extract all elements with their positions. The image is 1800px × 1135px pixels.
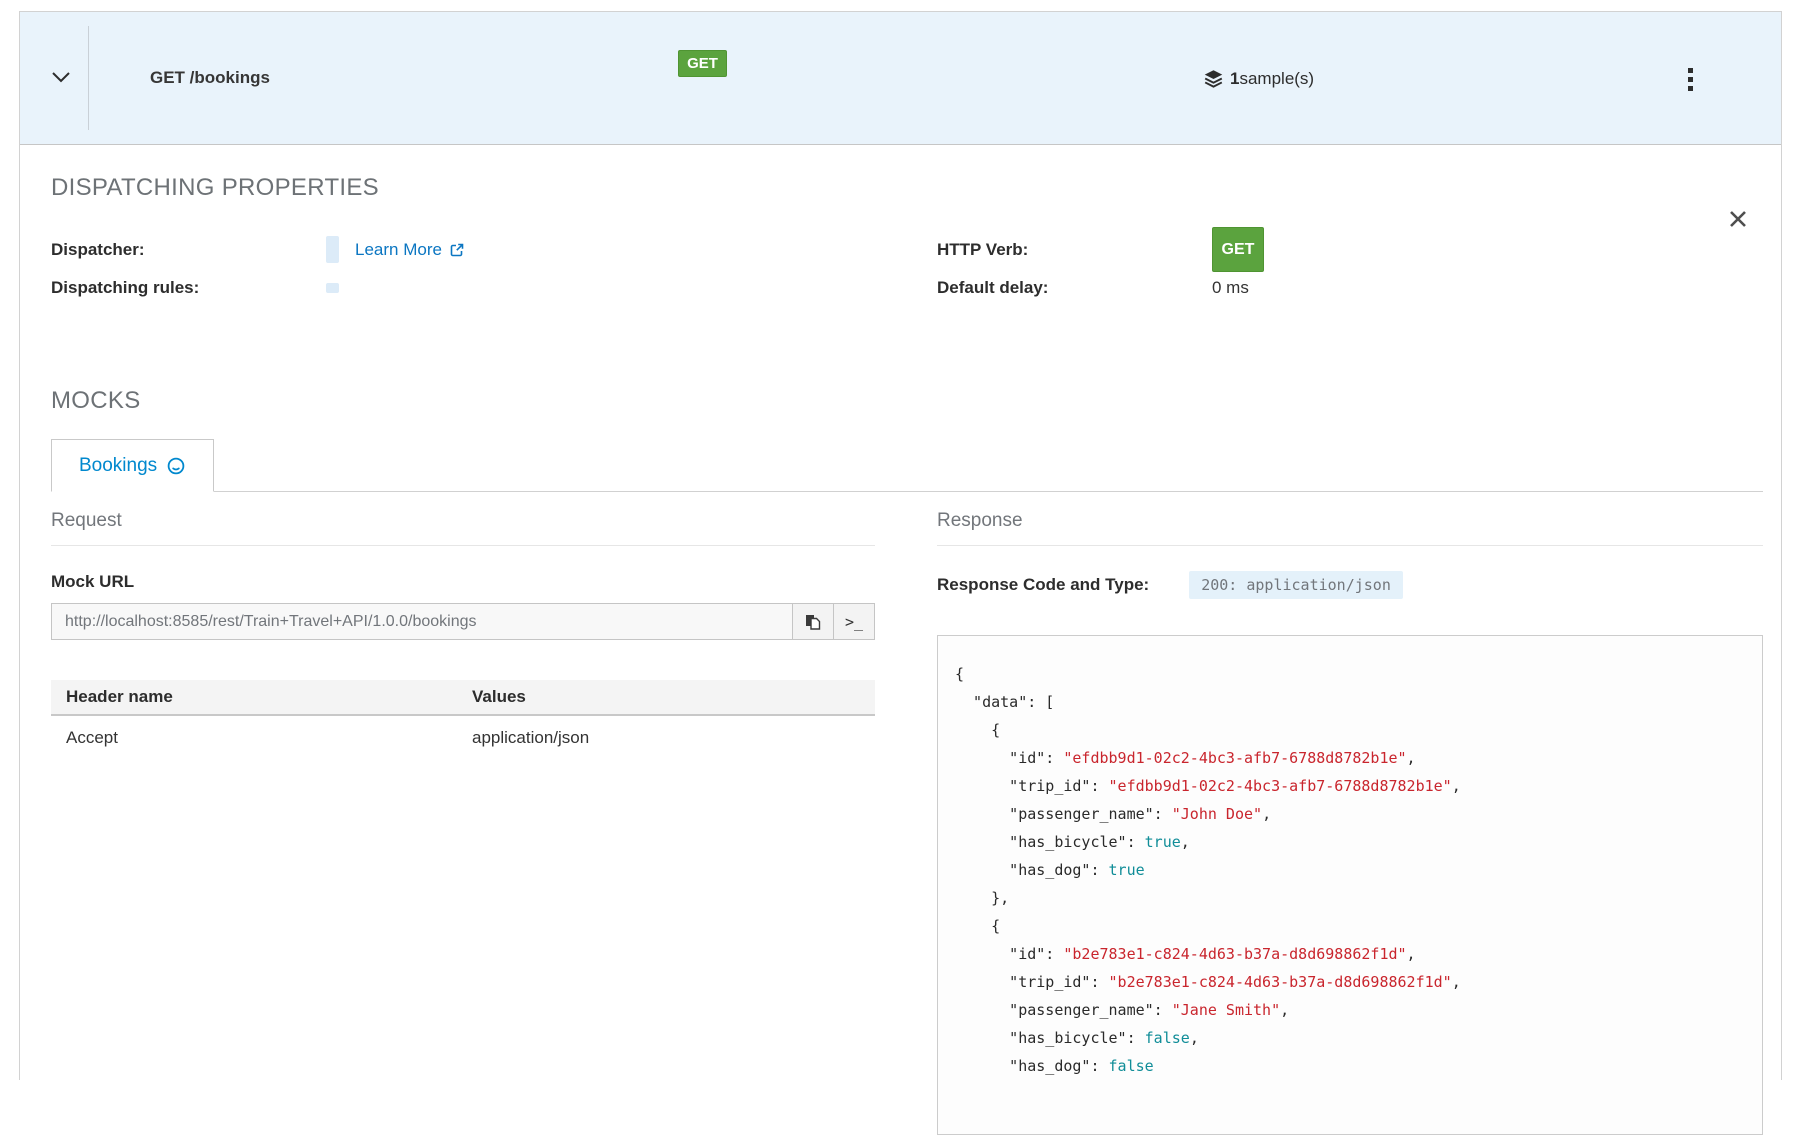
code-line: "has_bicycle": false, xyxy=(955,1024,1746,1052)
response-divider xyxy=(937,545,1763,546)
response-section: Response Response Code and Type: 200: ap… xyxy=(937,509,1763,1135)
kebab-menu-icon[interactable] xyxy=(1683,62,1697,96)
code-line: "trip_id": "efdbb9d1-02c2-4bc3-afb7-6788… xyxy=(955,772,1746,800)
method-badge: GET xyxy=(678,50,727,77)
headers-table: Header name Values Acceptapplication/jso… xyxy=(51,680,875,760)
code-line: "id": "efdbb9d1-02c2-4bc3-afb7-6788d8782… xyxy=(955,744,1746,772)
mocks-tabs: Bookings xyxy=(51,439,1763,492)
tab-bookings[interactable]: Bookings xyxy=(51,439,214,492)
code-line: "id": "b2e783e1-c824-4d63-b37a-d8d698862… xyxy=(955,940,1746,968)
code-line: }, xyxy=(955,884,1746,912)
copy-button[interactable] xyxy=(793,603,834,640)
headers-col-name: Header name xyxy=(51,680,457,715)
headers-col-values: Values xyxy=(457,680,875,715)
response-title: Response xyxy=(937,509,1763,533)
smiley-icon xyxy=(166,456,186,476)
samples-label: sample(s) xyxy=(1239,69,1314,89)
code-line: { xyxy=(955,716,1746,744)
operation-detail: DISPATCHING PROPERTIES Dispatcher: Learn… xyxy=(20,173,1781,1135)
code-line: "passenger_name": "John Doe", xyxy=(955,800,1746,828)
copy-icon xyxy=(804,613,822,631)
samples-count: 1 sample(s) xyxy=(1203,12,1314,145)
dispatching-rules-chip xyxy=(326,283,339,293)
tab-bookings-label: Bookings xyxy=(79,455,157,477)
request-section: Request Mock URL >_ xyxy=(51,509,875,1135)
http-verb-badge: GET xyxy=(1212,227,1264,272)
dispatching-rules-label: Dispatching rules: xyxy=(51,278,326,298)
close-icon[interactable] xyxy=(1723,205,1753,235)
mock-url-label: Mock URL xyxy=(51,571,875,593)
code-line: "trip_id": "b2e783e1-c824-4d63-b37a-d8d6… xyxy=(955,968,1746,996)
table-cell: application/json xyxy=(457,715,875,760)
samples-number: 1 xyxy=(1230,69,1239,89)
code-line: "data": [ xyxy=(955,688,1746,716)
dispatcher-label: Dispatcher: xyxy=(51,240,326,260)
default-delay-value: 0 ms xyxy=(1212,278,1249,298)
code-line: "has_dog": true xyxy=(955,856,1746,884)
mock-url-group: >_ xyxy=(51,603,875,640)
http-verb-label: HTTP Verb: xyxy=(937,240,1212,260)
dispatching-section-title: DISPATCHING PROPERTIES xyxy=(51,173,1763,203)
response-code-label: Response Code and Type: xyxy=(937,575,1149,595)
learn-more-link[interactable]: Learn More xyxy=(355,240,465,260)
mocks-section-title: MOCKS xyxy=(51,386,1763,416)
learn-more-label: Learn More xyxy=(355,240,442,260)
code-line: { xyxy=(955,660,1746,688)
request-title: Request xyxy=(51,509,875,533)
operation-title: GET /bookings xyxy=(150,68,270,88)
operation-header: GET /bookings GET 1 sample(s) xyxy=(20,12,1781,145)
response-code-badge: 200: application/json xyxy=(1189,571,1403,599)
dispatcher-value-chip xyxy=(326,236,339,263)
code-line: "passenger_name": "Jane Smith", xyxy=(955,996,1746,1024)
mock-url-input[interactable] xyxy=(51,603,793,640)
headers-table-body: Acceptapplication/json xyxy=(51,715,875,760)
code-line: "has_dog": false xyxy=(955,1052,1746,1080)
external-link-icon xyxy=(449,242,465,258)
default-delay-label: Default delay: xyxy=(937,278,1212,298)
code-line: { xyxy=(955,912,1746,940)
terminal-button[interactable]: >_ xyxy=(834,603,875,640)
response-body-code: { "data": [ { "id": "efdbb9d1-02c2-4bc3-… xyxy=(937,635,1763,1135)
table-cell: Accept xyxy=(51,715,457,760)
chevron-down-icon xyxy=(49,65,73,92)
table-row: Acceptapplication/json xyxy=(51,715,875,760)
request-divider xyxy=(51,545,875,546)
layers-icon xyxy=(1203,68,1224,89)
operation-panel: GET /bookings GET 1 sample(s) DISPATCHIN… xyxy=(19,11,1782,1080)
code-line: "has_bicycle": true, xyxy=(955,828,1746,856)
terminal-icon: >_ xyxy=(845,613,863,631)
dispatching-properties: Dispatcher: Learn More Dispatching rules… xyxy=(51,227,1763,302)
header-divider xyxy=(88,26,89,130)
collapse-button[interactable] xyxy=(48,65,74,91)
